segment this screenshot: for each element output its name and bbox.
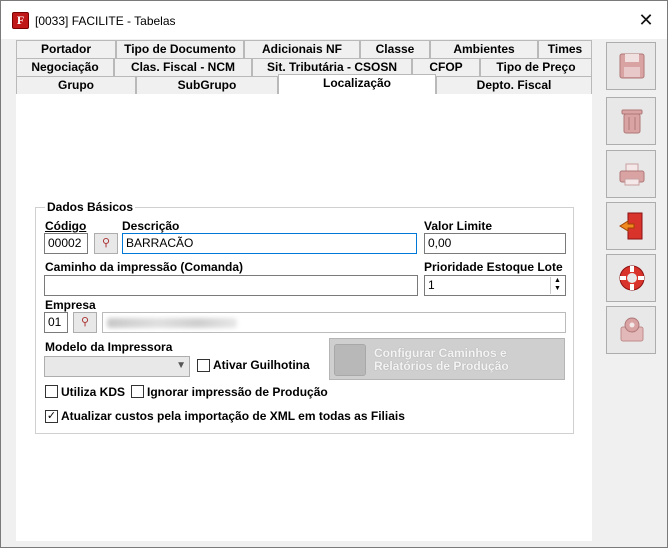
empresa-name-redacted (107, 318, 237, 328)
tab-depto-fiscal[interactable]: Depto. Fiscal (436, 76, 592, 94)
floppy-disk-icon (619, 53, 645, 79)
configurar-label-line2: Relatórios de Produção (374, 359, 509, 373)
ignorar-impressao-checkbox[interactable] (131, 385, 144, 398)
codigo-search-button[interactable]: ⚲ (94, 233, 118, 254)
print-button[interactable] (606, 150, 656, 198)
empresa-label: Empresa (45, 298, 96, 312)
utiliza-kds-label: Utiliza KDS (61, 385, 126, 399)
spinner-arrows-icon[interactable]: ▲ ▼ (550, 277, 564, 294)
configurar-button-label: Configurar Caminhos e Relatórios de Prod… (374, 347, 509, 373)
tab-tipo-documento[interactable]: Tipo de Documento (116, 40, 244, 58)
binoculars-icon: ⚲ (80, 316, 90, 328)
printer-gear-icon (334, 344, 366, 376)
app-window: F [0033] FACILITE - Tabelas ✕ Portador T… (0, 0, 668, 548)
trash-can-icon (621, 109, 643, 134)
help-button[interactable] (606, 254, 656, 302)
tab-subgrupo[interactable]: SubGrupo (136, 76, 278, 94)
ativar-guilhotina-checkbox[interactable] (197, 359, 210, 372)
ignorar-impressao-label: Ignorar impressão de Produção (147, 385, 328, 399)
tab-localizacao[interactable]: Localização (278, 74, 436, 94)
save-button[interactable] (606, 42, 656, 90)
app-logo-icon: F (12, 12, 29, 29)
exit-door-icon (619, 212, 643, 240)
group-title: Dados Básicos (45, 200, 136, 214)
codigo-label: Código (45, 219, 87, 233)
tab-ambientes[interactable]: Ambientes (430, 40, 538, 58)
ativar-guilhotina-label: Ativar Guilhotina (213, 358, 310, 372)
tab-tipo-preco[interactable]: Tipo de Preço (480, 58, 592, 76)
empresa-search-button[interactable]: ⚲ (73, 312, 97, 333)
window-title: [0033] FACILITE - Tabelas (35, 14, 176, 28)
chevron-down-icon: ▼ (176, 360, 186, 371)
valor-limite-label: Valor Limite (424, 219, 493, 233)
modelo-label: Modelo da Impressora (45, 340, 173, 354)
valor-limite-input[interactable]: 0,00 (424, 233, 566, 254)
tab-times[interactable]: Times (538, 40, 592, 58)
tab-portador[interactable]: Portador (16, 40, 116, 58)
configurar-caminhos-button[interactable]: Configurar Caminhos e Relatórios de Prod… (329, 338, 565, 380)
empresa-input[interactable]: 01 (44, 312, 68, 333)
caminho-input[interactable] (44, 275, 418, 296)
atualizar-custos-checkbox[interactable]: ✓ (45, 410, 58, 423)
prioridade-spinner[interactable]: 1 ▲ ▼ (424, 275, 566, 296)
atualizar-custos-label: Atualizar custos pela importação de XML … (61, 409, 405, 423)
tab-grupo[interactable]: Grupo (16, 76, 136, 94)
delete-button[interactable] (606, 97, 656, 145)
descricao-label: Descrição (122, 219, 180, 233)
gear-icon (620, 317, 644, 342)
tab-classe[interactable]: Classe (360, 40, 430, 58)
settings-button[interactable] (606, 306, 656, 354)
empresa-name-field (102, 312, 566, 333)
exit-button[interactable] (606, 202, 656, 250)
prioridade-label: Prioridade Estoque Lote (424, 260, 563, 274)
modelo-select[interactable]: ▼ (44, 356, 190, 377)
close-button[interactable]: ✕ (624, 5, 668, 35)
printer-icon (619, 163, 645, 186)
tab-negociacao[interactable]: Negociação (16, 58, 114, 76)
prioridade-value: 1 (428, 278, 435, 292)
tab-adicionais-nf[interactable]: Adicionais NF (244, 40, 360, 58)
descricao-input[interactable]: BARRACÃO (122, 233, 417, 254)
title-bar[interactable]: F [0033] FACILITE - Tabelas ✕ (1, 1, 667, 39)
utiliza-kds-checkbox[interactable] (45, 385, 58, 398)
lifebuoy-icon (619, 265, 645, 291)
tab-clas-fiscal-ncm[interactable]: Clas. Fiscal - NCM (114, 58, 252, 76)
configurar-label-line1: Configurar Caminhos e (374, 346, 507, 360)
codigo-input[interactable]: 00002 (44, 233, 88, 254)
binoculars-icon: ⚲ (101, 237, 111, 249)
caminho-label: Caminho da impressão (Comanda) (45, 260, 244, 274)
